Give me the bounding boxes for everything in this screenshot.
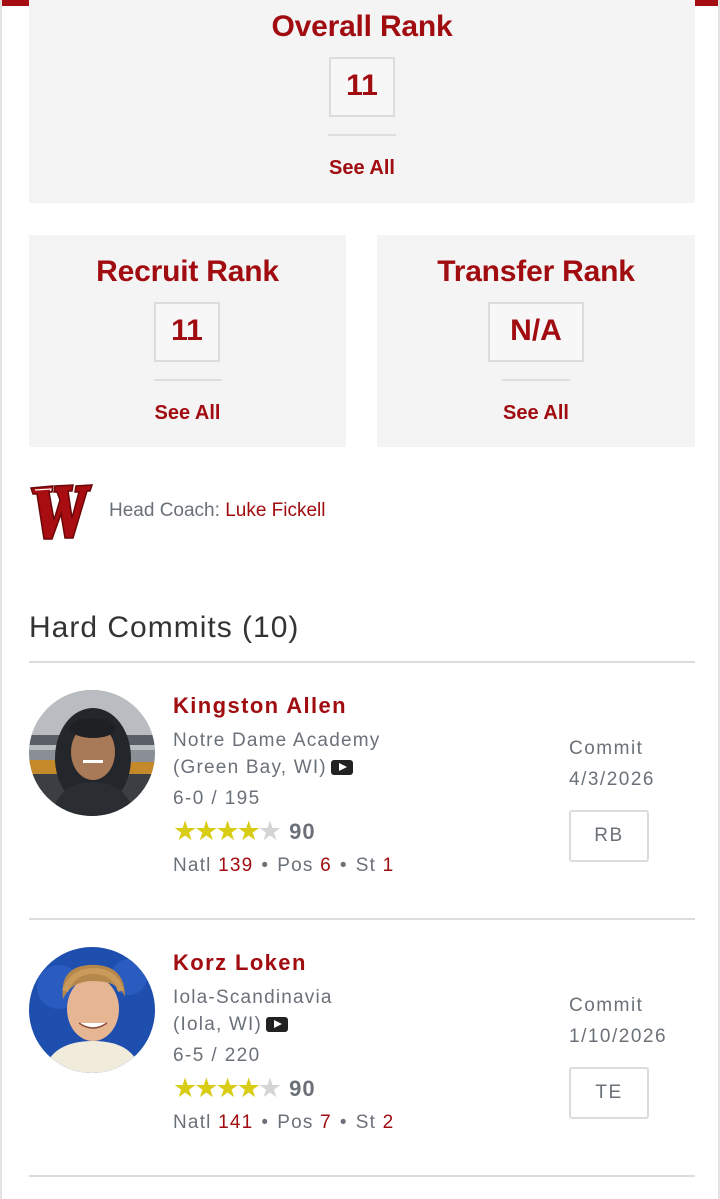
head-coach-row: Head Coach: Luke Fickell (29, 480, 529, 544)
player-name-link[interactable]: Korz Loken (173, 950, 307, 976)
player-school: Notre Dame Academy (Green Bay, WI) (173, 727, 473, 781)
transfer-rank-title: Transfer Rank (437, 255, 635, 288)
left-border (0, 0, 2, 1199)
position-badge: TE (569, 1067, 649, 1119)
player-height-weight: 6-5 / 220 (173, 1045, 261, 1066)
youtube-icon[interactable] (266, 1017, 289, 1032)
position-badge: RB (569, 810, 649, 862)
natl-rank[interactable]: 139 (218, 855, 253, 876)
player-school: Iola-Scandinavia (Iola, WI) (173, 984, 473, 1038)
wisconsin-w-logo-icon[interactable] (29, 480, 93, 542)
commit-date: 1/10/2026 (569, 1026, 668, 1047)
state-label: St (355, 855, 377, 876)
player-school-name: Notre Dame Academy (173, 730, 381, 751)
player-photo-icon (29, 690, 155, 816)
pos-rank[interactable]: 6 (320, 855, 332, 876)
recruit-see-all-link[interactable]: See All (29, 402, 346, 425)
recruit-rank-divider (153, 379, 222, 381)
commit-label: Commit (569, 738, 644, 759)
player-star-rating: ★★★★★ 90 (173, 817, 316, 845)
overall-see-all-link[interactable]: See All (29, 157, 695, 180)
separator-dot: • (339, 1112, 348, 1133)
player-avatar[interactable] (29, 947, 155, 1073)
overall-rank-card: Overall Rank 11 See All (29, 0, 695, 203)
player-star-rating: ★★★★★ 90 (173, 1074, 316, 1102)
overall-rank-value: 11 (329, 57, 395, 117)
player-avatar[interactable] (29, 690, 155, 816)
state-rank[interactable]: 2 (383, 1112, 395, 1133)
player-school-name: Iola-Scandinavia (173, 987, 333, 1008)
state-label: St (355, 1112, 377, 1133)
overall-rank-title: Overall Rank (271, 10, 453, 43)
hard-commits-heading: Hard Commits (10) (29, 611, 300, 644)
state-rank[interactable]: 1 (383, 855, 395, 876)
player-rankings: Natl 141 • Pos 7 • St 2 (173, 1112, 394, 1134)
pos-label: Pos (277, 855, 314, 876)
recruit-rank-card: Recruit Rank 11 See All (29, 235, 346, 447)
transfer-rank-divider (502, 379, 570, 381)
star-empty-icon: ★ (257, 816, 283, 846)
separator-dot: • (339, 855, 348, 876)
recruit-rank-value: 11 (154, 302, 220, 362)
commit-label: Commit (569, 995, 644, 1016)
player-rating: 90 (289, 1076, 316, 1101)
transfer-rank-value: N/A (488, 302, 584, 362)
row-divider (29, 1175, 695, 1177)
transfer-see-all-link[interactable]: See All (377, 402, 695, 425)
head-coach-text: Head Coach: Luke Fickell (109, 500, 326, 522)
pos-rank[interactable]: 7 (320, 1112, 332, 1133)
separator-dot: • (261, 1112, 270, 1133)
player-hometown: (Iola, WI) (173, 1014, 263, 1035)
natl-label: Natl (173, 855, 212, 876)
separator-dot: • (261, 855, 270, 876)
star-empty-icon: ★ (257, 1073, 283, 1103)
recruit-rank-title: Recruit Rank (96, 255, 279, 288)
player-hometown: (Green Bay, WI) (173, 757, 327, 778)
player-rating: 90 (289, 819, 316, 844)
player-photo-icon (29, 947, 155, 1073)
player-rankings: Natl 139 • Pos 6 • St 1 (173, 855, 394, 877)
head-coach-name-link[interactable]: Luke Fickell (225, 500, 325, 521)
transfer-rank-card: Transfer Rank N/A See All (377, 235, 695, 447)
commit-row[interactable]: Kingston Allen Notre Dame Academy (Green… (29, 663, 695, 893)
natl-rank[interactable]: 141 (218, 1112, 253, 1133)
head-coach-label: Head Coach: (109, 500, 226, 521)
commit-date: 4/3/2026 (569, 769, 655, 790)
youtube-icon[interactable] (330, 760, 353, 775)
commit-row[interactable]: Korz Loken Iola-Scandinavia (Iola, WI) 6… (29, 920, 695, 1150)
overall-rank-divider (328, 134, 396, 136)
natl-label: Natl (173, 1112, 212, 1133)
pos-label: Pos (277, 1112, 314, 1133)
player-name-link[interactable]: Kingston Allen (173, 693, 347, 719)
player-height-weight: 6-0 / 195 (173, 788, 261, 809)
